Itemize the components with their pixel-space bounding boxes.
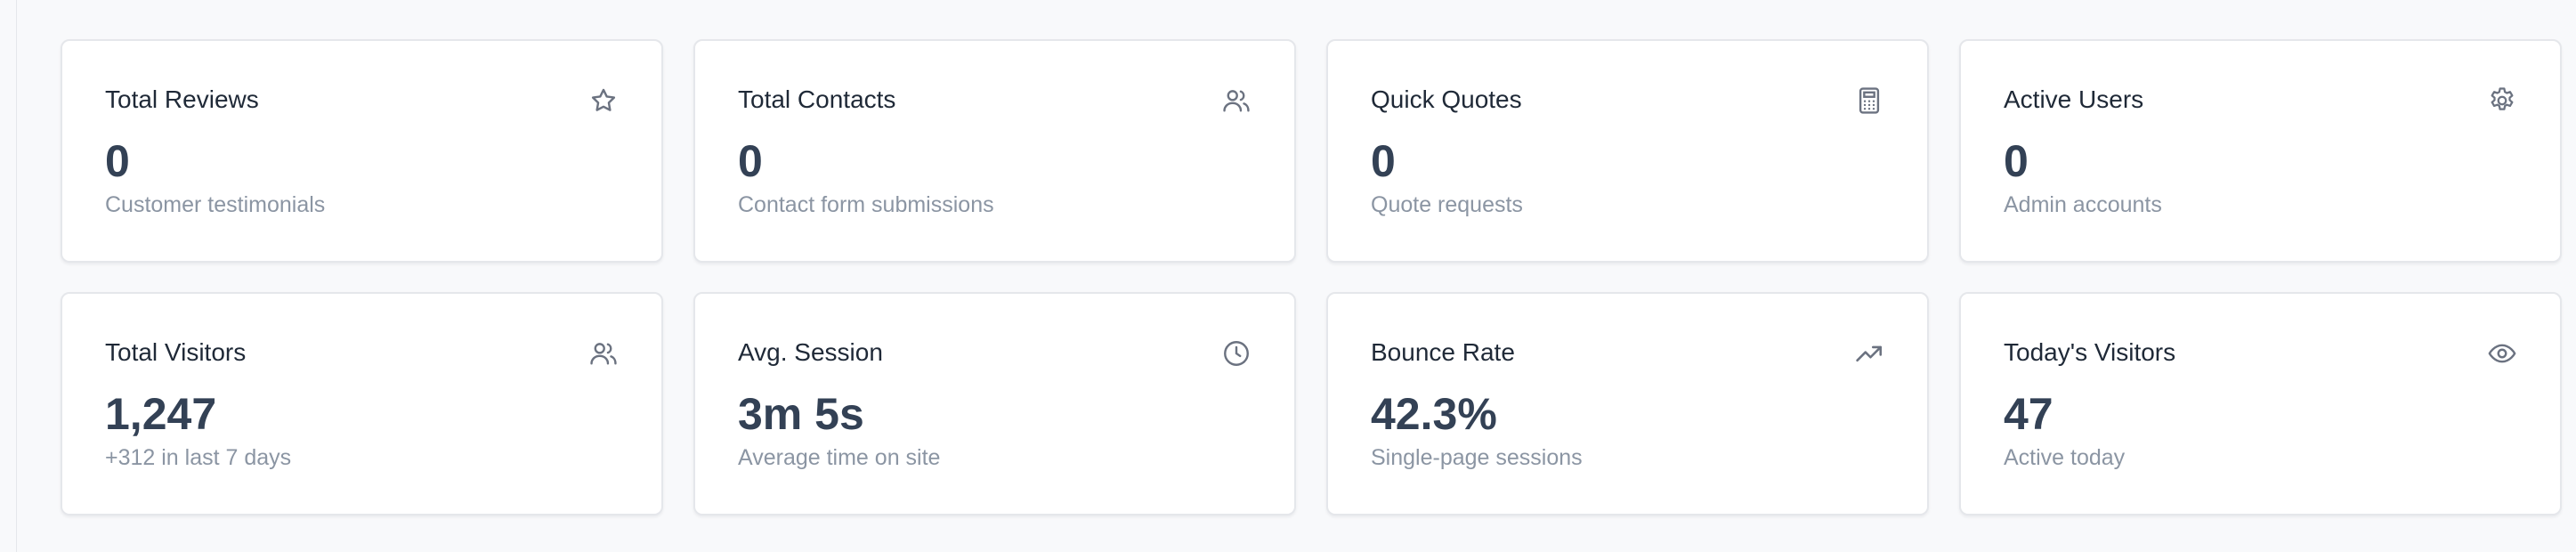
stat-card-bounce-rate: Bounce Rate 42.3% Single-page sessions: [1326, 292, 1929, 515]
stat-value: 1,247: [105, 389, 217, 439]
stat-card-active-users: Active Users 0 Admin accounts: [1959, 39, 2562, 263]
stat-subtitle: Active today: [2004, 445, 2126, 470]
stat-subtitle: +312 in last 7 days: [105, 445, 292, 470]
stat-card-todays-visitors: Today's Visitors 47 Active today: [1959, 292, 2562, 515]
calculator-icon: [1854, 85, 1884, 116]
stat-card-total-reviews: Total Reviews 0 Customer testimonials: [61, 39, 663, 263]
star-icon: [588, 85, 619, 116]
stat-title: Bounce Rate: [1371, 338, 1515, 366]
stat-subtitle: Admin accounts: [2004, 192, 2162, 217]
stat-subtitle: Average time on site: [738, 445, 941, 470]
sidebar-edge: [0, 0, 17, 552]
users-icon: [1221, 85, 1252, 116]
stat-value: 0: [105, 136, 130, 186]
stat-value: 0: [1371, 136, 1396, 186]
stat-title: Today's Visitors: [2004, 338, 2176, 366]
stat-title: Avg. Session: [738, 338, 883, 366]
gear-icon: [2487, 85, 2517, 116]
trending-up-icon: [1854, 338, 1884, 369]
eye-icon: [2487, 338, 2517, 369]
stat-value: 47: [2004, 389, 2054, 439]
stat-value: 42.3%: [1371, 389, 1497, 439]
stat-title: Active Users: [2004, 85, 2144, 113]
stat-value: 3m 5s: [738, 389, 864, 439]
stat-subtitle: Single-page sessions: [1371, 445, 1583, 470]
stat-card-total-visitors: Total Visitors 1,247 +312 in last 7 days: [61, 292, 663, 515]
stat-value: 0: [2004, 136, 2029, 186]
users-icon: [588, 338, 619, 369]
stat-subtitle: Customer testimonials: [105, 192, 326, 217]
stat-title: Total Contacts: [738, 85, 896, 113]
stat-title: Total Visitors: [105, 338, 247, 366]
stat-card-quick-quotes: Quick Quotes 0 Quote requests: [1326, 39, 1929, 263]
stat-title: Total Reviews: [105, 85, 259, 113]
stat-card-total-contacts: Total Contacts 0 Contact form submission…: [693, 39, 1296, 263]
stat-title: Quick Quotes: [1371, 85, 1522, 113]
stat-subtitle: Contact form submissions: [738, 192, 994, 217]
stat-value: 0: [738, 136, 763, 186]
stats-grid: Total Reviews 0 Customer testimonials To…: [61, 39, 2562, 515]
stat-subtitle: Quote requests: [1371, 192, 1523, 217]
clock-icon: [1221, 338, 1252, 369]
stat-card-avg-session: Avg. Session 3m 5s Average time on site: [693, 292, 1296, 515]
